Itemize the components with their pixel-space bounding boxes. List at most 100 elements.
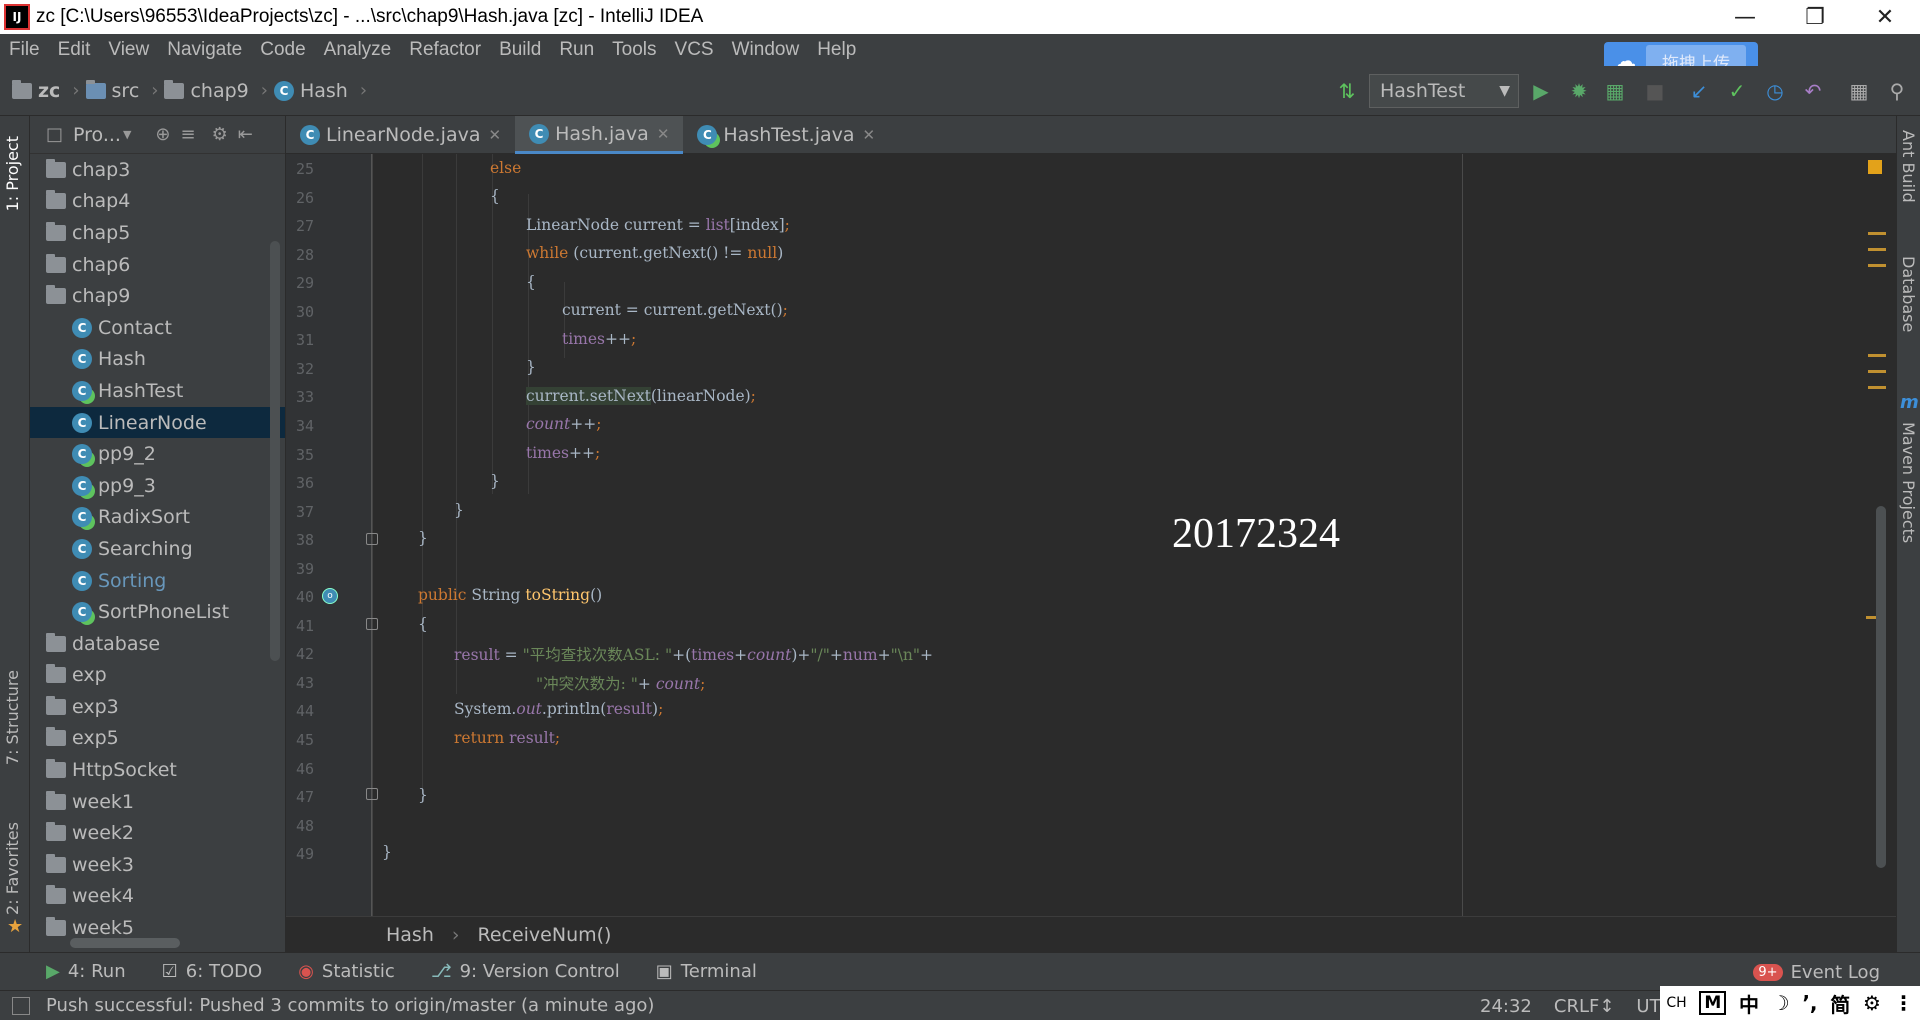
caret-position[interactable]: 24:32 — [1480, 996, 1532, 1017]
tree-item-chap6[interactable]: chap6 — [30, 249, 285, 281]
menu-code[interactable]: Code — [251, 39, 314, 61]
code-editor[interactable]: 25 26 27 28 29 30 31 32 33 34 35 36 37 38 39 40 41 42 43 44… — [286, 154, 1896, 916]
tree-item-week4[interactable]: week4 — [30, 881, 285, 913]
menu-view[interactable]: View — [99, 39, 158, 61]
locate-icon[interactable]: ⊕ — [155, 124, 170, 145]
more-icon[interactable]: ⋮ — [1894, 991, 1914, 1015]
tree-item-httpsocket[interactable]: HttpSocket — [30, 754, 285, 786]
menu-vcs[interactable]: VCS — [666, 39, 723, 61]
warning-stripe[interactable] — [1868, 386, 1886, 389]
close-icon[interactable]: ✕ — [1850, 0, 1920, 34]
tab-database[interactable]: Database — [1899, 256, 1918, 332]
hide-icon[interactable]: ⇤ — [238, 124, 253, 145]
menu-build[interactable]: Build — [490, 39, 550, 61]
ime-simplified[interactable]: 简 — [1830, 989, 1850, 1018]
search-icon[interactable]: ⚲ — [1886, 79, 1908, 103]
tree-item-chap9[interactable]: chap9 — [30, 280, 285, 312]
minimize-icon[interactable]: — — [1710, 0, 1780, 34]
tree-item-week3[interactable]: week3 — [30, 849, 285, 881]
tool-statistic[interactable]: ◉ Statistic — [298, 961, 395, 982]
tab-favorites[interactable]: 2: Favorites — [3, 822, 22, 915]
run-icon[interactable]: ▶ — [1530, 79, 1552, 103]
tab-ant-build[interactable]: Ant Build — [1899, 130, 1918, 203]
menu-refactor[interactable]: Refactor — [400, 39, 490, 61]
warning-stripe[interactable] — [1868, 248, 1886, 251]
tree-item-exp5[interactable]: exp5 — [30, 723, 285, 755]
gear-icon[interactable]: ⚙ — [212, 124, 228, 145]
tree-item-chap3[interactable]: chap3 — [30, 154, 285, 186]
tab-maven-projects[interactable]: Maven Projects — [1899, 422, 1918, 543]
tab-project[interactable]: 1: Project — [3, 136, 22, 211]
punctuation-icon[interactable]: ’, — [1802, 991, 1817, 1015]
vcs-update-icon[interactable]: ↙ — [1688, 79, 1710, 103]
breadcrumb-chap9[interactable]: chap9 — [164, 79, 249, 102]
menu-window[interactable]: Window — [723, 39, 809, 61]
editor-scrollbar[interactable] — [1876, 506, 1886, 868]
tree-item-sortphonelist[interactable]: C SortPhoneList — [30, 596, 285, 628]
crumb-method[interactable]: ReceiveNum() — [477, 924, 611, 946]
tool-todo[interactable]: ☑ 6: TODO — [162, 961, 263, 982]
stop-icon[interactable]: ■ — [1644, 79, 1666, 103]
tree-item-sorting[interactable]: C Sorting — [30, 565, 285, 597]
menu-edit[interactable]: Edit — [49, 39, 100, 61]
tree-item-hash[interactable]: C Hash — [30, 344, 285, 376]
tree-item-week1[interactable]: week1 — [30, 786, 285, 818]
tree-item-exp3[interactable]: exp3 — [30, 691, 285, 723]
menu-tools[interactable]: Tools — [603, 39, 665, 61]
ime-toolbar[interactable]: CH M 中 ☽ ’, 简 ⚙ ⋮ — [1660, 986, 1920, 1020]
coverage-icon[interactable]: ▦ — [1604, 79, 1626, 103]
restore-icon[interactable]: ❐ — [1780, 0, 1850, 34]
tool-terminal[interactable]: ▣ Terminal — [656, 961, 757, 982]
breadcrumb-project[interactable]: zc — [12, 79, 60, 102]
crumb-class[interactable]: Hash — [386, 924, 434, 946]
warning-stripe[interactable] — [1868, 264, 1886, 267]
menu-help[interactable]: Help — [808, 39, 865, 61]
tree-item-database[interactable]: database — [30, 628, 285, 660]
project-view-select[interactable]: Pro... — [73, 124, 121, 146]
tool-version-control[interactable]: ⎇ 9: Version Control — [431, 961, 620, 982]
tree-item-hashtest[interactable]: C HashTest — [30, 375, 285, 407]
tree-item-chap5[interactable]: chap5 — [30, 217, 285, 249]
breadcrumb-src[interactable]: src — [85, 79, 139, 102]
tree-item-exp[interactable]: exp — [30, 660, 285, 692]
tab-hashtest[interactable]: C HashTest.java ✕ — [683, 116, 889, 154]
tool-run[interactable]: ▶ 4: Run — [46, 961, 126, 982]
tree-item-contact[interactable]: C Contact — [30, 312, 285, 344]
vcs-history-icon[interactable]: ◷ — [1764, 79, 1786, 103]
close-icon[interactable]: ✕ — [863, 126, 876, 144]
menu-navigate[interactable]: Navigate — [158, 39, 251, 61]
tree-item-pp9_2[interactable]: Cpp9_2 — [30, 438, 285, 470]
project-structure-icon[interactable]: ▦ — [1848, 79, 1870, 103]
warning-stripe[interactable] — [1868, 370, 1886, 373]
warning-stripe[interactable] — [1868, 354, 1886, 357]
debug-icon[interactable]: ✹ — [1568, 79, 1590, 103]
vcs-commit-icon[interactable]: ✓ — [1726, 79, 1748, 103]
menu-file[interactable]: File — [0, 39, 49, 61]
project-horizontal-scrollbar[interactable] — [70, 938, 180, 948]
tree-item-linearnode[interactable]: C LinearNode — [30, 406, 285, 439]
project-scrollbar[interactable] — [270, 241, 280, 661]
ime-lang[interactable]: CH — [1666, 995, 1686, 1011]
menu-run[interactable]: Run — [550, 39, 603, 61]
menu-analyze[interactable]: Analyze — [315, 39, 401, 61]
tree-item-searching[interactable]: C Searching — [30, 533, 285, 565]
moon-icon[interactable]: ☽ — [1772, 991, 1790, 1015]
close-icon[interactable]: ✕ — [489, 126, 502, 144]
tab-hash[interactable]: C Hash.java ✕ — [515, 116, 684, 154]
tree-item-week2[interactable]: week2 — [30, 817, 285, 849]
gear-icon[interactable]: ⚙ — [1863, 991, 1881, 1015]
breadcrumb-hash[interactable]: C Hash — [273, 80, 348, 102]
tree-item-pp9_3[interactable]: Cpp9_3 — [30, 470, 285, 502]
ime-mode[interactable]: M — [1699, 991, 1727, 1015]
inspection-status-icon[interactable] — [1868, 160, 1882, 174]
run-configuration-select[interactable]: HashTest ▼ — [1369, 74, 1519, 108]
warning-stripe[interactable] — [1868, 232, 1886, 235]
tab-linearnode[interactable]: C LinearNode.java ✕ — [286, 116, 515, 154]
tree-item-radixsort[interactable]: C RadixSort — [30, 502, 285, 534]
line-separator[interactable]: CRLF↕ — [1554, 996, 1615, 1017]
close-icon[interactable]: ✕ — [657, 125, 670, 143]
ime-chinese[interactable]: 中 — [1739, 989, 1759, 1018]
collapse-icon[interactable]: ≡ — [181, 124, 196, 145]
build-icon[interactable]: ⇅ — [1336, 79, 1358, 103]
revert-icon[interactable]: ↶ — [1802, 79, 1824, 103]
